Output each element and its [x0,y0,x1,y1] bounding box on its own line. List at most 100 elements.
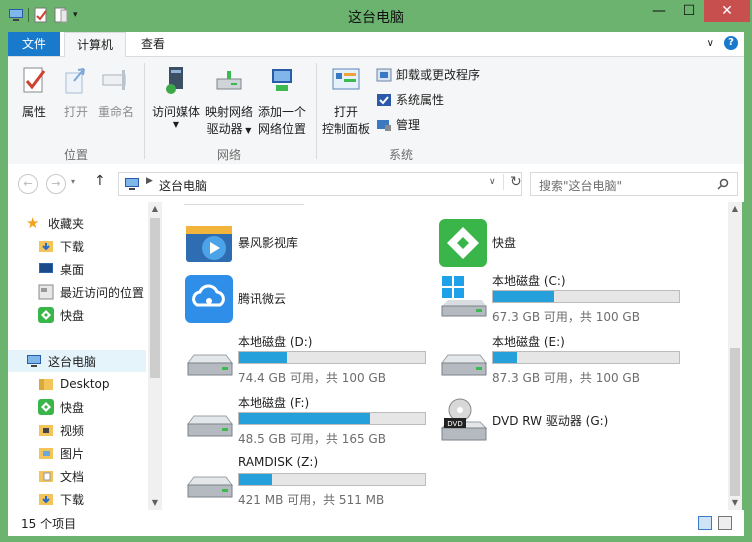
sidebar-scrollbar[interactable]: ▲ ▼ [148,202,162,510]
control-panel-icon [332,68,360,90]
chevron-down-icon[interactable]: ∨ [707,38,714,49]
breadcrumb[interactable]: 这台电脑 [159,177,207,194]
list-item-baofeng[interactable]: 暴风影视库 [184,216,424,270]
sidebar-item-desktop-folder[interactable]: Desktop [38,373,148,395]
item-name: DVD RW 驱动器 (G:) [492,414,609,428]
list-item-drive-d[interactable]: 本地磁盘 (D:) 74.4 GB 可用，共 100 GB [184,333,444,387]
list-item-kuaipan[interactable]: 快盘 [438,216,678,270]
tab-computer[interactable]: 计算机 [64,32,127,58]
list-item-dvd-drive[interactable]: DVD DVD RW 驱动器 (G:) [438,394,698,448]
list-item-drive-c[interactable]: 本地磁盘 (C:) 67.3 GB 可用，共 100 GB [438,272,698,326]
sidebar-item-kuaipan-2[interactable]: 快盘 [38,396,148,418]
sidebar-item-favorites[interactable]: ★ 收藏夹 [26,212,148,234]
add-location-label-2: 网络位置 [257,122,306,136]
ribbon-tabs: 文件 计算机 查看 ∨ ? [8,32,744,58]
video-folder-icon [39,425,53,436]
explorer-window: ▾ 这台电脑 — ☐ ✕ 文件 计算机 查看 ∨ ? 属性 打开 重命名 位置 [0,0,752,542]
uninstall-programs-button[interactable]: 卸载或更改程序 [376,66,480,83]
list-item-drive-e[interactable]: 本地磁盘 (E:) 87.3 GB 可用，共 100 GB [438,333,698,387]
list-item-drive-z[interactable]: RAMDISK (Z:) 421 MB 可用，共 511 MB [184,455,444,509]
sidebar-item-kuaipan[interactable]: 快盘 [38,304,148,326]
sidebar-item-downloads-2[interactable]: 下载 [38,488,148,510]
address-bar[interactable]: ▶ 这台电脑 ∨ ↻ [118,172,522,196]
dvd-drive-icon: DVD [440,398,488,441]
forward-button[interactable]: → [46,174,66,194]
sidebar-item-pictures[interactable]: 图片 [38,442,148,464]
tab-file[interactable]: 文件 [8,32,61,56]
desktop-icon [39,263,53,273]
drive-usage-bar [238,412,426,425]
tab-view[interactable]: 查看 [129,32,177,56]
drive-name: RAMDISK (Z:) [238,455,319,469]
watermark-url: jingyan.baidu.com [578,510,680,523]
control-panel-button[interactable]: 打开 控制面板 [320,65,372,138]
sidebar-scroll-thumb[interactable] [150,218,160,378]
properties-button[interactable]: 属性 [18,65,50,121]
sidebar-item-desktop[interactable]: 桌面 [38,258,148,280]
manage-label: 管理 [396,118,421,132]
rename-button[interactable]: 重命名 [96,65,136,121]
map-drive-label-1: 映射网络 [204,105,253,119]
drive-capacity: 74.4 GB 可用，共 100 GB [238,371,386,385]
network-drive-icon [216,71,242,90]
map-network-drive-button[interactable]: 映射网络 驱动器 ▼ [204,65,254,139]
close-button[interactable]: ✕ [704,0,750,22]
list-item-weiyun[interactable]: 腾讯微云 [184,272,424,326]
up-arrow-icon[interactable]: ↑ [94,173,106,189]
properties-icon [23,67,46,93]
minimize-button[interactable]: — [644,0,674,22]
weiyun-icon [185,275,233,323]
scroll-down-icon[interactable]: ▼ [148,498,162,507]
sidebar-item-downloads[interactable]: 下载 [38,235,148,257]
folder-icon [39,379,53,390]
access-media-dropdown-icon: ▼ [172,120,180,129]
ribbon-separator [316,63,317,159]
navigation-pane: ★ 收藏夹 下载 桌面 最近访问的位置 快盘 这台电脑 Desktop 快盘 视… [8,202,148,510]
sidebar-item-videos[interactable]: 视频 [38,419,148,441]
title-bar: ▾ 这台电脑 — ☐ ✕ [0,0,752,32]
manage-button[interactable]: 管理 [376,116,420,133]
drive-usage-fill [239,413,371,424]
recent-locations-icon[interactable]: ▾ [71,177,75,186]
system-properties-label: 系统属性 [396,93,445,107]
open-button[interactable]: 打开 [60,65,92,121]
list-item-drive-f[interactable]: 本地磁盘 (F:) 48.5 GB 可用，共 165 GB [184,394,444,448]
refresh-icon[interactable]: ↻ [503,174,522,190]
system-properties-icon [377,93,391,106]
computer-icon [125,178,139,190]
add-network-location-button[interactable]: 添加一个 网络位置 [256,65,308,138]
drive-usage-bar [492,351,680,364]
hard-drive-icon [187,354,233,376]
help-icon[interactable]: ? [724,36,738,50]
sidebar-item-label: Desktop [60,377,110,391]
scroll-up-icon[interactable]: ▲ [728,204,742,213]
star-icon: ★ [26,214,40,232]
navigation-bar: ← → ▾ ↑ ▶ 这台电脑 ∨ ↻ 搜索"这台电脑" [8,164,744,202]
sidebar-item-label: 快盘 [60,400,85,415]
add-network-location-icon [272,69,292,91]
hard-drive-icon [441,354,487,376]
svg-text:DVD: DVD [447,420,462,428]
kuaipan-icon [439,219,487,267]
scroll-up-icon[interactable]: ▲ [148,204,162,213]
media-server-icon [166,67,183,94]
search-icon[interactable] [717,178,729,190]
access-media-button[interactable]: 访问媒体 ▼ [150,65,202,129]
address-dropdown-icon[interactable]: ∨ [489,177,496,187]
drive-usage-fill [493,352,517,363]
sidebar-item-recent[interactable]: 最近访问的位置 [38,281,148,303]
drive-capacity: 67.3 GB 可用，共 100 GB [492,310,640,324]
search-input[interactable]: 搜索"这台电脑" [530,172,738,196]
maximize-button[interactable]: ☐ [674,0,704,22]
ribbon-separator [144,63,145,159]
item-name: 腾讯微云 [238,292,287,306]
breadcrumb-separator-icon[interactable]: ▶ [146,176,153,186]
kuaipan-icon [38,307,54,323]
sidebar-item-documents[interactable]: 文档 [38,465,148,487]
system-properties-button[interactable]: 系统属性 [376,91,444,108]
sidebar-item-this-pc[interactable]: 这台电脑 [8,350,146,372]
item-count: 15 个项目 [21,517,77,531]
drive-name: 本地磁盘 (E:) [492,335,565,349]
back-button[interactable]: ← [18,174,38,194]
watermark-brand: Bai du 经验 [570,484,700,509]
